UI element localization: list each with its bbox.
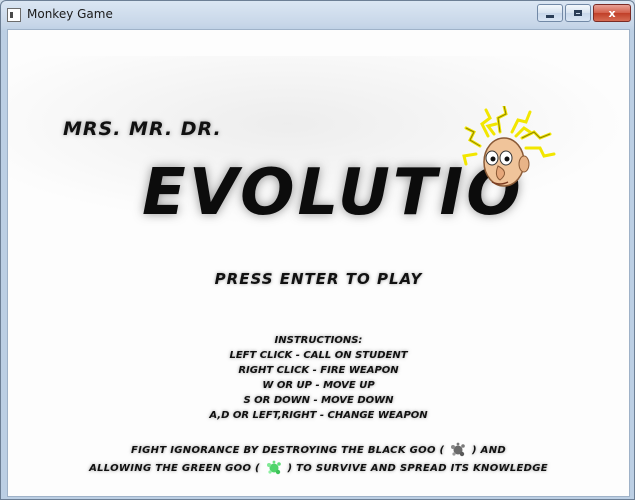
window-title: Monkey Game — [27, 7, 113, 21]
press-enter-prompt: PRESS ENTER TO PLAY — [214, 270, 423, 288]
app-icon[interactable] — [7, 8, 21, 22]
instructions-heading: INSTRUCTIONS: — [274, 335, 363, 346]
green-goo-icon — [266, 460, 281, 475]
close-button[interactable]: x — [593, 4, 631, 22]
goal-line-2: ALLOWING THE GREEN GOO ( ) TO SURVIVE AN… — [8, 460, 629, 476]
minimize-button[interactable] — [537, 4, 563, 22]
maximize-button[interactable] — [565, 4, 591, 22]
game-canvas[interactable]: MRS. MR. DR. EVOLUTIO PRESS ENTER TO PLA… — [7, 29, 630, 497]
goal-text: ) AND — [472, 445, 506, 456]
instruction-line: A,D OR LEFT,RIGHT - CHANGE WEAPON — [209, 410, 428, 421]
instruction-line: RIGHT CLICK - FIRE WEAPON — [238, 365, 399, 376]
game-subtitle: MRS. MR. DR. — [63, 118, 222, 140]
goal-line-1: FIGHT IGNORANCE BY DESTROYING THE BLACK … — [8, 442, 629, 458]
professor-head-icon — [462, 106, 556, 187]
instruction-line: S OR DOWN - MOVE DOWN — [243, 395, 394, 406]
close-icon: x — [608, 6, 616, 20]
maximize-icon — [574, 10, 582, 16]
minimize-icon — [546, 14, 554, 18]
goal-text: ) TO SURVIVE AND SPREAD ITS KNOWLEDGE — [287, 463, 548, 474]
instruction-line: W OR UP - MOVE UP — [262, 380, 375, 391]
black-goo-icon — [451, 442, 466, 457]
title-bar[interactable]: Monkey Game x — [1, 1, 634, 31]
game-window: Monkey Game x MRS. MR. DR. EVOLUTIO PRES… — [0, 0, 635, 500]
goal-text: ALLOWING THE GREEN GOO ( — [89, 463, 260, 474]
goal-text: FIGHT IGNORANCE BY DESTROYING THE BLACK … — [131, 445, 445, 456]
instruction-line: LEFT CLICK - CALL ON STUDENT — [229, 350, 408, 361]
